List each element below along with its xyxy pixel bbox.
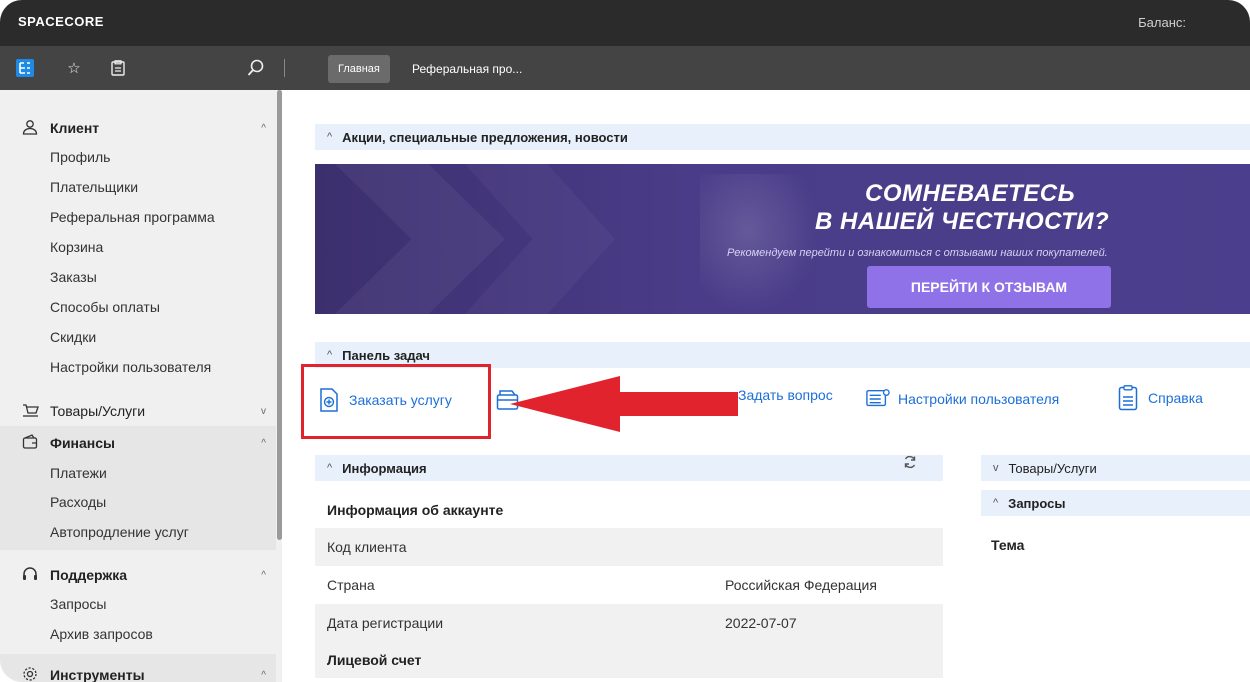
clipboard-icon[interactable] [108, 58, 128, 78]
ledger-header: Лицевой счет [315, 642, 943, 678]
top-bar: SPACECORE Баланс: [0, 0, 1250, 46]
sidebar-group-label: Инструменты [50, 667, 145, 682]
task-label: Настройки пользователя [898, 391, 1060, 407]
info-row-country: Страна Российская Федерация [315, 566, 943, 604]
sidebar-group-label: Товары/Услуги [50, 403, 146, 419]
sidebar-group-client[interactable]: Клиент ^ [22, 113, 266, 143]
banner-title-line2: В НАШЕЙ ЧЕСТНОСТИ? [815, 208, 1110, 235]
logo: SPACECORE [18, 14, 104, 29]
highlight-box [301, 364, 491, 439]
banner-title-line1: СОМНЕВАЕТЕСЬ [865, 180, 1076, 207]
section-info[interactable]: ^ Информация [315, 455, 943, 481]
sidebar-item-payments[interactable]: Платежи [50, 458, 107, 488]
account-info-header: Информация об аккаунте [315, 491, 943, 529]
section-requests-title: Запросы [1008, 495, 1066, 511]
sidebar-item-profile[interactable]: Профиль [50, 142, 110, 172]
pointer-arrow [510, 376, 738, 432]
sidebar-item-payers[interactable]: Плательщики [50, 172, 138, 202]
chevron-up-icon: ^ [327, 462, 333, 474]
sidebar-item-cart[interactable]: Корзина [50, 232, 103, 262]
settings-list-icon [866, 386, 890, 412]
sidebar-item-autorenew[interactable]: Автопродление услуг [50, 517, 189, 547]
info-value: 2022-07-07 [725, 615, 797, 631]
sidebar-item-expenses[interactable]: Расходы [50, 487, 106, 517]
chevron-up-icon: ^ [327, 349, 333, 361]
toolbar-divider [284, 59, 285, 77]
task-label: Справка [1148, 390, 1203, 406]
sidebar-scrollbar[interactable] [277, 90, 282, 540]
app-window: SPACECORE Баланс: ☆ Главная Реферальная … [0, 0, 1250, 682]
task-label: Задать вопрос [738, 387, 833, 403]
user-settings-button[interactable]: Настройки пользователя [866, 386, 1059, 412]
balance-label: Баланс: [1138, 15, 1186, 30]
client-icon [22, 119, 42, 138]
requests-column-topic: Тема [991, 537, 1025, 553]
section-news[interactable]: ^ Акции, специальные предложения, новост… [315, 124, 1250, 150]
sidebar-group-label: Финансы [50, 435, 115, 451]
help-button[interactable]: Справка [1116, 385, 1203, 411]
info-header-label: Лицевой счет [327, 652, 422, 668]
sidebar-item-payment-methods[interactable]: Способы оплаты [50, 292, 160, 322]
gear-icon [22, 666, 42, 682]
pen-illustration [700, 174, 820, 314]
tab-home[interactable]: Главная [328, 55, 390, 83]
section-tasks-title: Панель задач [342, 347, 430, 363]
sidebar-item-requests-archive[interactable]: Архив запросов [50, 619, 153, 649]
info-value: Российская Федерация [725, 577, 877, 593]
promo-banner[interactable]: СОМНЕВАЕТЕСЬ В НАШЕЙ ЧЕСТНОСТИ? Рекоменд… [315, 164, 1250, 314]
tab-referral[interactable]: Реферальная про... [412, 55, 522, 83]
wallet-icon [22, 433, 42, 453]
banner-subtitle: Рекомендуем перейти и ознакомиться с отз… [727, 247, 1108, 259]
tree-icon[interactable] [15, 58, 35, 78]
help-document-icon [1116, 385, 1140, 411]
sidebar-item-discounts[interactable]: Скидки [50, 322, 96, 352]
chevron-up-icon[interactable]: ^ [261, 670, 266, 681]
sidebar-item-referral[interactable]: Реферальная программа [50, 202, 215, 232]
chevron-up-icon[interactable]: ^ [261, 570, 266, 581]
info-key: Страна [327, 577, 375, 593]
chevron-up-icon[interactable]: ^ [261, 438, 266, 449]
chevron-up-icon: ^ [327, 131, 333, 143]
sidebar-item-orders[interactable]: Заказы [50, 262, 97, 292]
reviews-button[interactable]: ПЕРЕЙТИ К ОТЗЫВАМ [867, 266, 1111, 308]
headset-icon [22, 566, 42, 585]
star-icon[interactable]: ☆ [64, 58, 84, 78]
info-header-label: Информация об аккаунте [327, 502, 504, 518]
sidebar-group-label: Поддержка [50, 567, 128, 583]
chevron-down-icon: v [993, 462, 999, 474]
sidebar: Клиент ^ Профиль Плательщики Реферальная… [0, 90, 282, 682]
info-row-registration-date: Дата регистрации 2022-07-07 [315, 604, 943, 642]
chevron-down-icon[interactable]: v [261, 406, 266, 417]
refresh-icon[interactable] [903, 455, 917, 472]
chevron-up-icon: ^ [993, 497, 999, 509]
sidebar-group-support[interactable]: Поддержка ^ [22, 560, 266, 590]
sidebar-item-requests[interactable]: Запросы [50, 589, 106, 619]
info-key: Код клиента [327, 539, 407, 555]
sidebar-group-finance[interactable]: Финансы ^ [22, 428, 266, 458]
sidebar-group-goods[interactable]: Товары/Услуги v [22, 396, 266, 426]
cart-icon [22, 402, 42, 421]
sidebar-group-tools[interactable]: Инструменты ^ [22, 660, 266, 682]
search-icon[interactable] [246, 58, 266, 78]
toolbar: ☆ [0, 46, 1250, 90]
chevron-up-icon[interactable]: ^ [261, 123, 266, 134]
section-goods[interactable]: v Товары/Услуги [981, 455, 1250, 481]
sidebar-group-label: Клиент [50, 120, 100, 136]
info-row-client-code: Код клиента [315, 528, 943, 566]
section-news-title: Акции, специальные предложения, новости [342, 129, 628, 145]
sidebar-item-user-settings[interactable]: Настройки пользователя [50, 352, 211, 382]
banner-decoration [335, 164, 505, 314]
section-info-title: Информация [342, 460, 427, 476]
section-requests[interactable]: ^ Запросы [981, 490, 1250, 516]
section-goods-title: Товары/Услуги [1008, 460, 1097, 476]
ask-question-button[interactable]: Задать вопрос [738, 387, 833, 403]
info-key: Дата регистрации [327, 615, 444, 631]
